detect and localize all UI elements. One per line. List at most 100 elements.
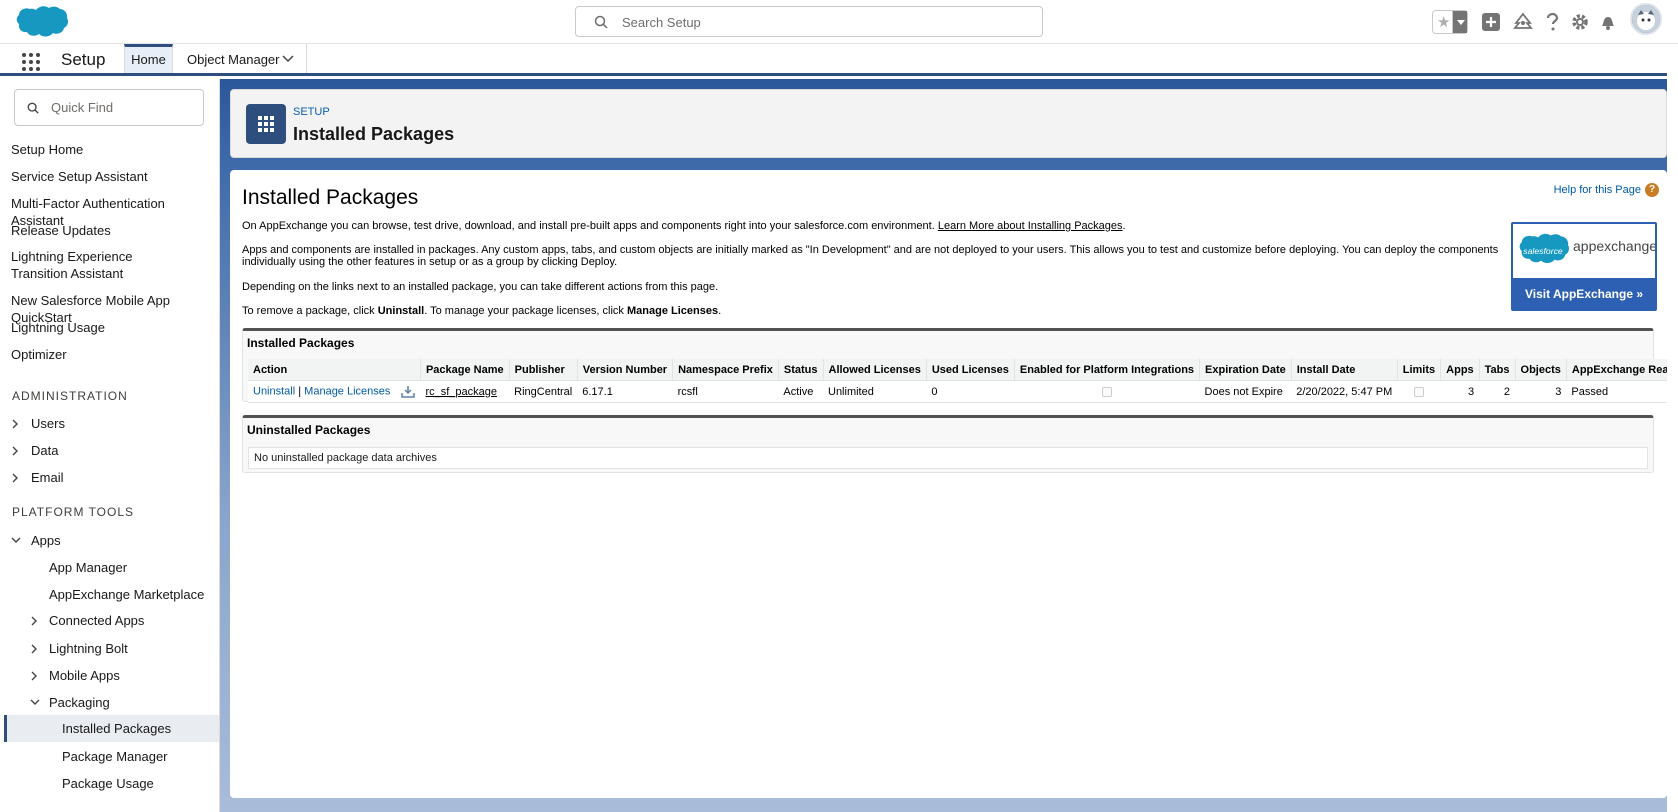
star-icon: ★ xyxy=(1437,14,1451,31)
allowed-licenses-cell: Unlimited xyxy=(823,380,927,403)
uninstalled-empty-message: No uninstalled package data archives xyxy=(248,447,1648,469)
sidebar-item-connected-apps-label: Connected Apps xyxy=(49,613,145,628)
visit-appexchange-button[interactable]: Visit AppExchange » xyxy=(1513,276,1655,309)
status-cell: Active xyxy=(778,380,823,403)
gear-icon[interactable] xyxy=(1569,11,1591,33)
salesforce-logo-text: salesforce xyxy=(1523,246,1563,256)
search-placeholder: Search Setup xyxy=(622,15,701,30)
salesforce-logo[interactable] xyxy=(14,4,68,42)
sidebar-item-optimizer[interactable]: Optimizer xyxy=(11,346,216,363)
chevron-down-icon xyxy=(30,699,40,705)
appexchange-ready-cell: Passed xyxy=(1566,380,1678,403)
quick-find-input[interactable]: Quick Find xyxy=(14,89,204,126)
intro-end: . xyxy=(1122,220,1126,232)
uninstall-link[interactable]: Uninstall xyxy=(253,385,295,397)
limits-checkbox xyxy=(1413,386,1424,397)
sidebar-item-lightning-usage[interactable]: Lightning Usage xyxy=(11,319,216,336)
col-platform-integrations: Enabled for Platform Integrations xyxy=(1014,359,1201,381)
sidebar-item-apps-label: Apps xyxy=(31,533,61,548)
tabs-cell: 2 xyxy=(1479,380,1516,403)
chevron-down-icon[interactable] xyxy=(282,55,294,63)
setup-app-icon xyxy=(246,104,286,144)
remove-paragraph: To remove a package, click Uninstall. To… xyxy=(242,305,1492,317)
sidebar-item-data[interactable]: Data xyxy=(11,442,216,459)
trailhead-icon[interactable] xyxy=(1512,11,1534,33)
sidebar-item-lightning-bolt-label: Lightning Bolt xyxy=(49,641,128,656)
manage-licenses-link[interactable]: Manage Licenses xyxy=(304,385,390,397)
help-circle-icon[interactable]: ? xyxy=(1645,183,1659,197)
section-administration: ADMINISTRATION xyxy=(12,389,128,403)
installed-packages-title: Installed Packages xyxy=(247,336,355,350)
col-version: Version Number xyxy=(577,359,674,381)
help-for-page-link[interactable]: Help for this Page xyxy=(1554,184,1641,196)
remove-text-3: . xyxy=(718,305,722,317)
intro-paragraph: On AppExchange you can browse, test driv… xyxy=(242,220,1492,232)
sidebar-item-setup-home[interactable]: Setup Home xyxy=(11,141,216,158)
namespace-cell: rcsfl xyxy=(672,380,779,403)
chevron-right-icon xyxy=(12,446,18,456)
sidebar-item-mobile-apps-label: Mobile Apps xyxy=(49,668,120,683)
installed-packages-block: Installed Packages Action Package Name P… xyxy=(242,328,1678,403)
install-date-cell: 2/20/2022, 5:47 PM xyxy=(1291,380,1398,403)
remove-text-2: . To manage your package licenses, click xyxy=(424,305,627,317)
search-icon xyxy=(594,15,608,29)
add-icon[interactable] xyxy=(1480,11,1502,33)
main-content: Installed Packages Help for this Page ? … xyxy=(230,170,1678,798)
breadcrumb[interactable]: SETUP xyxy=(293,106,330,118)
platform-integrations-checkbox xyxy=(1101,386,1112,397)
sidebar-item-apps[interactable]: Apps xyxy=(11,532,216,549)
sidebar-item-release-updates[interactable]: Release Updates xyxy=(11,222,216,239)
sidebar-item-lightning-transition-assistant[interactable]: Lightning Experience Transition Assistan… xyxy=(11,248,191,282)
help-icon[interactable] xyxy=(1541,11,1563,33)
col-objects: Objects xyxy=(1515,359,1567,381)
sidebar-item-appexchange-marketplace[interactable]: AppExchange Marketplace xyxy=(49,586,219,603)
intro-text: On AppExchange you can browse, test driv… xyxy=(242,220,938,232)
app-launcher-icon[interactable] xyxy=(22,53,40,71)
quick-find-placeholder: Quick Find xyxy=(51,100,114,115)
chevron-right-icon xyxy=(31,616,37,626)
favorites-button[interactable]: ★ xyxy=(1432,10,1468,34)
sidebar-item-users[interactable]: Users xyxy=(11,415,216,432)
search-icon xyxy=(27,102,39,114)
section-platform-tools: PLATFORM TOOLS xyxy=(12,505,135,519)
sidebar-item-email[interactable]: Email xyxy=(11,469,216,486)
favorites-dropdown-icon[interactable] xyxy=(1452,11,1467,33)
action-separator: | xyxy=(298,385,302,398)
tab-object-manager[interactable]: Object Manager xyxy=(175,44,307,73)
installed-packages-table: Action Package Name Publisher Version Nu… xyxy=(248,359,1678,403)
platform-integrations-cell xyxy=(1014,380,1200,403)
chevron-right-icon xyxy=(31,644,37,654)
download-icon[interactable] xyxy=(401,385,416,398)
sidebar-item-installed-packages[interactable]: Installed Packages xyxy=(62,720,219,737)
global-header: Search Setup ★ xyxy=(0,0,1678,44)
sidebar-item-mobile-apps[interactable]: Mobile Apps xyxy=(30,667,219,684)
learn-more-link[interactable]: Learn More about Installing Packages xyxy=(938,220,1123,232)
chevron-right-icon xyxy=(31,671,37,681)
sidebar-item-service-setup-assistant[interactable]: Service Setup Assistant xyxy=(11,168,216,185)
search-input[interactable]: Search Setup xyxy=(575,6,1043,37)
apps-cell: 3 xyxy=(1440,380,1480,403)
chevron-right-icon xyxy=(12,419,18,429)
package-name-link[interactable]: rc_sf_package xyxy=(425,386,497,398)
avatar[interactable] xyxy=(1630,3,1662,35)
sidebar-item-app-manager[interactable]: App Manager xyxy=(49,559,219,576)
version-cell: 6.17.1 xyxy=(577,380,673,403)
sidebar-item-packaging-label: Packaging xyxy=(49,695,110,710)
user-avatar-icon xyxy=(1632,5,1660,33)
sidebar-item-lightning-bolt[interactable]: Lightning Bolt xyxy=(30,640,219,657)
bell-icon[interactable] xyxy=(1597,11,1619,33)
col-appexchange-ready: AppExchange Ready xyxy=(1566,359,1678,381)
col-used-licenses: Used Licenses xyxy=(926,359,1015,381)
chevron-right-icon xyxy=(12,473,18,483)
package-name-cell: rc_sf_package xyxy=(420,380,510,403)
table-row: Uninstall | Manage Licenses rc_sf_packag… xyxy=(248,380,1678,403)
sidebar-item-packaging[interactable]: Packaging xyxy=(30,694,219,711)
sidebar-item-package-manager[interactable]: Package Manager xyxy=(62,748,219,765)
right-scroll-edge xyxy=(1667,44,1678,812)
expiration-cell: Does not Expire xyxy=(1199,380,1292,403)
sidebar-item-package-usage[interactable]: Package Usage xyxy=(62,775,219,792)
tab-home[interactable]: Home xyxy=(124,44,173,73)
appexchange-banner[interactable]: salesforce appexchange Visit AppExchange… xyxy=(1511,222,1657,311)
sidebar-item-connected-apps[interactable]: Connected Apps xyxy=(30,612,219,629)
sidebar-item-email-label: Email xyxy=(31,470,64,485)
